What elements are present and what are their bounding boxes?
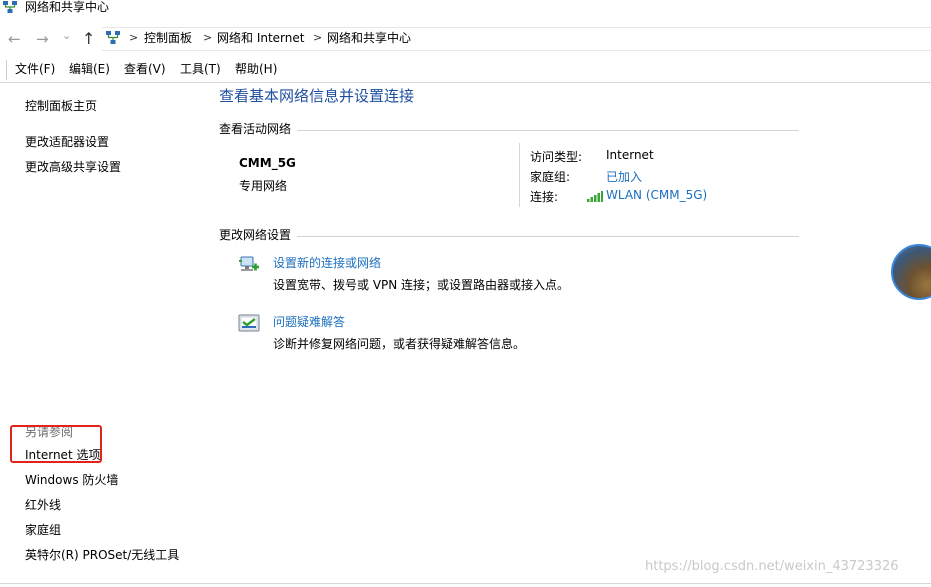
control-panel-icon <box>106 31 120 44</box>
back-arrow-icon[interactable]: ← <box>8 31 21 47</box>
section-divider <box>297 236 799 237</box>
wifi-signal-icon <box>587 191 603 202</box>
menu-file[interactable]: 文件(F) <box>15 61 55 77</box>
connection-link[interactable]: WLAN (CMM_5G) <box>606 188 707 202</box>
menu-view[interactable]: 查看(V) <box>124 61 166 77</box>
watermark-text: https://blog.csdn.net/weixin_43723326 <box>645 559 899 574</box>
breadcrumb-control-panel[interactable]: 控制面板 <box>144 27 192 49</box>
status-bar-divider <box>0 583 931 584</box>
breadcrumb-network-internet[interactable]: 网络和 Internet <box>217 27 304 49</box>
sidebar-intel-proset[interactable]: 英特尔(R) PROSet/无线工具 <box>25 547 179 563</box>
troubleshoot-icon <box>238 314 260 332</box>
page-title: 查看基本网络信息并设置连接 <box>219 87 415 105</box>
up-arrow-icon[interactable]: ↑ <box>82 31 95 47</box>
breadcrumb-separator: > <box>129 31 139 44</box>
sidebar-change-adapter-settings[interactable]: 更改适配器设置 <box>25 134 109 150</box>
sidebar-homegroup[interactable]: 家庭组 <box>25 522 61 538</box>
recent-dropdown-icon[interactable]: ⌄ <box>62 28 71 44</box>
network-name: CMM_5G <box>239 156 296 170</box>
setup-new-connection-description: 设置宽带、拨号或 VPN 连接；或设置路由器或接入点。 <box>273 278 570 292</box>
floating-avatar[interactable] <box>891 244 931 300</box>
troubleshoot-link[interactable]: 问题疑难解答 <box>273 313 345 330</box>
active-networks-heading: 查看活动网络 <box>219 122 292 136</box>
homegroup-link[interactable]: 已加入 <box>606 168 642 185</box>
breadcrumb-separator: > <box>313 31 323 44</box>
sidebar-internet-options[interactable]: Internet 选项 <box>25 447 100 463</box>
menu-tools[interactable]: 工具(T) <box>180 61 221 77</box>
network-center-icon <box>3 1 17 13</box>
title-bar <box>0 0 931 22</box>
setup-new-connection-link[interactable]: 设置新的连接或网络 <box>273 254 381 271</box>
vertical-divider <box>519 143 520 207</box>
connection-label: 连接: <box>530 190 559 204</box>
homegroup-label: 家庭组: <box>530 170 571 184</box>
forward-arrow-icon[interactable]: → <box>36 31 49 47</box>
sidebar-windows-firewall[interactable]: Windows 防火墙 <box>25 472 118 488</box>
breadcrumb-network-sharing-center[interactable]: 网络和共享中心 <box>327 27 411 49</box>
sidebar-control-panel-home[interactable]: 控制面板主页 <box>25 98 97 114</box>
menu-help[interactable]: 帮助(H) <box>235 61 277 77</box>
new-connection-icon <box>239 256 259 271</box>
access-type-value: Internet <box>606 148 654 162</box>
sidebar-infrared[interactable]: 红外线 <box>25 497 61 513</box>
access-type-label: 访问类型: <box>530 150 583 164</box>
change-settings-heading: 更改网络设置 <box>219 228 292 242</box>
network-category: 专用网络 <box>239 179 288 193</box>
sidebar-change-advanced-sharing[interactable]: 更改高级共享设置 <box>25 159 121 175</box>
menu-edit[interactable]: 编辑(E) <box>69 61 110 77</box>
section-divider <box>297 130 799 131</box>
window-title: 网络和共享中心 <box>25 0 110 14</box>
menu-bar-grip <box>6 60 7 80</box>
troubleshoot-description: 诊断并修复网络问题，或者获得疑难解答信息。 <box>273 337 526 351</box>
breadcrumb-separator: > <box>203 31 213 44</box>
